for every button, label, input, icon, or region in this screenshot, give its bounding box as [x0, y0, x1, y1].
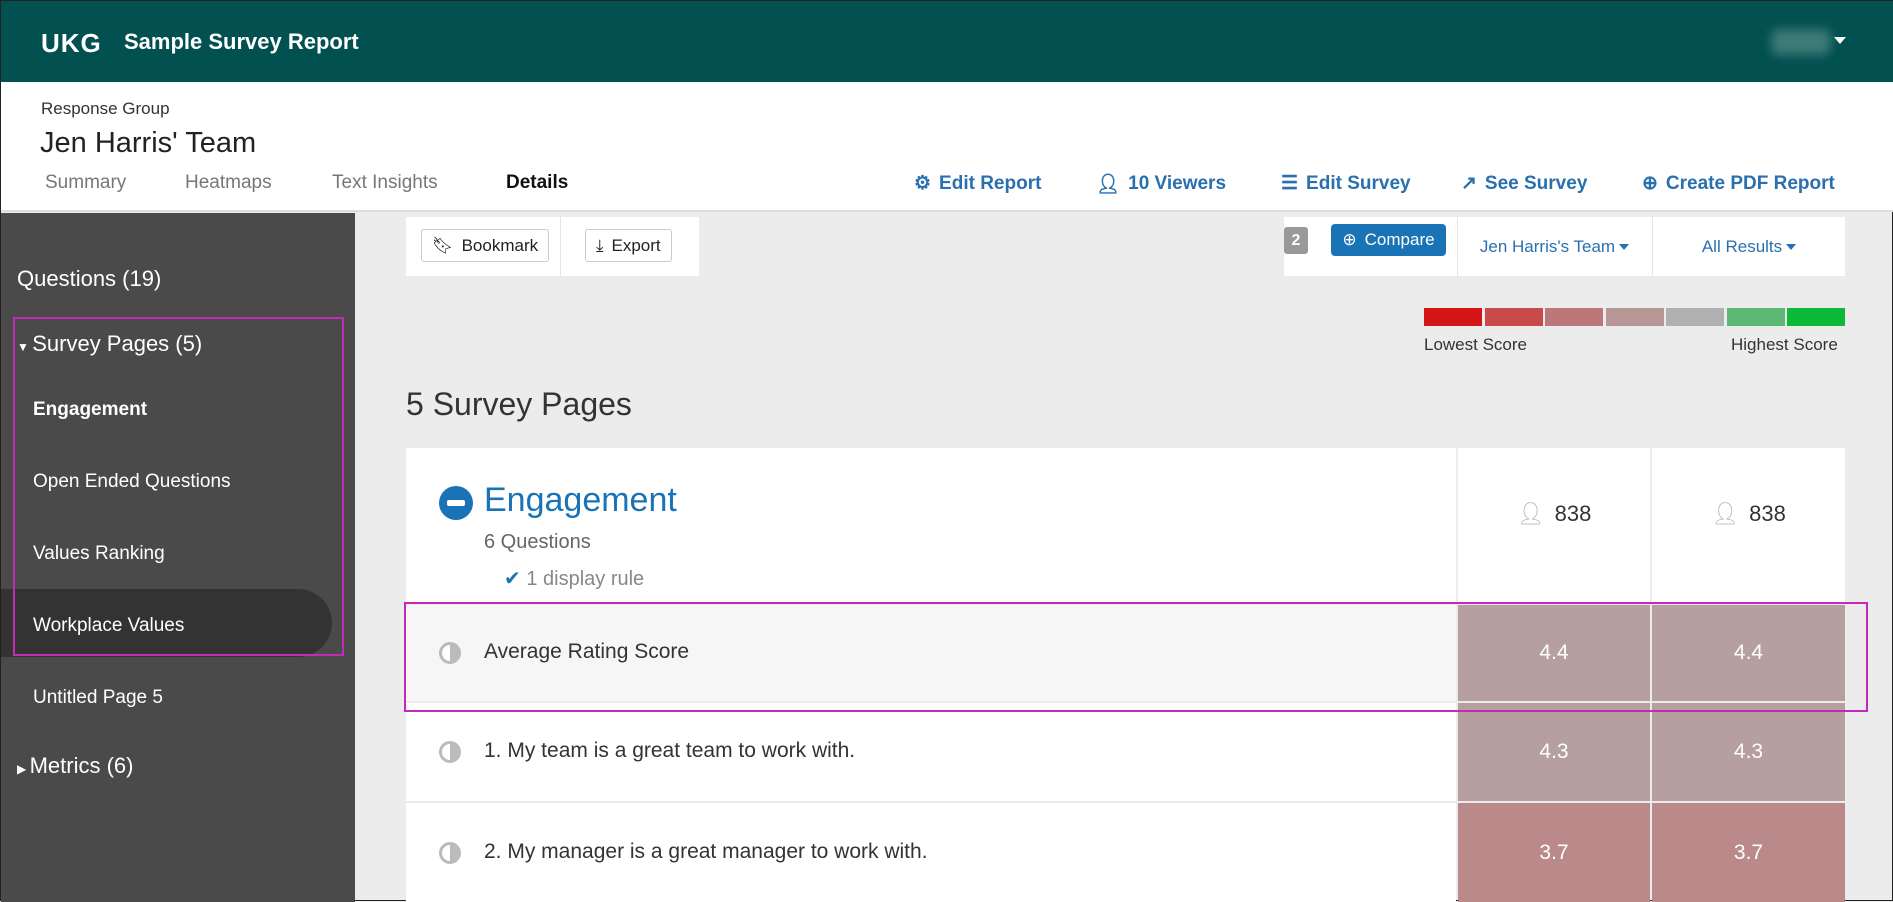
sidebar-survey-pages[interactable]: ▼ Survey Pages (5)	[17, 331, 202, 357]
export-button[interactable]: ⤓ Export	[585, 229, 672, 262]
respondent-count: 👤︎ 838	[1516, 501, 1592, 526]
legend-swatch	[1545, 308, 1603, 326]
sidebar-item-engagement[interactable]: Engagement	[33, 399, 147, 421]
score-cell[interactable]: 4.3	[1458, 703, 1650, 801]
see-survey-button[interactable]: ↗ See Survey	[1461, 172, 1587, 195]
half-circle-icon	[439, 642, 461, 664]
app-title: Sample Survey Report	[124, 29, 359, 54]
legend-swatch	[1424, 308, 1482, 326]
bookmark-icon: 🔖︎	[432, 235, 454, 255]
check-icon: ✔	[504, 568, 521, 590]
user-menu[interactable]	[1771, 29, 1831, 55]
results-select[interactable]: All Results	[1652, 217, 1845, 276]
response-group-name: Jen Harris' Team	[40, 127, 257, 159]
collapse-icon[interactable]	[439, 486, 473, 520]
legend-low-label: Lowest Score	[1424, 335, 1527, 354]
legend-swatch	[1605, 308, 1664, 326]
chevron-down-icon[interactable]	[1834, 37, 1846, 44]
compare-count-badge: 2	[1284, 227, 1308, 254]
half-circle-icon	[439, 841, 461, 864]
divider	[560, 217, 561, 276]
tab-heatmaps[interactable]: Heatmaps	[185, 172, 272, 194]
row-label: 2. My manager is a great manager to work…	[484, 839, 928, 863]
download-circle-icon: ⊕	[1642, 173, 1658, 194]
caret-down-icon	[1786, 243, 1797, 250]
legend-swatch	[1484, 308, 1543, 326]
survey-page-name[interactable]: Engagement	[484, 481, 677, 520]
row-label: 1. My team is a great team to work with.	[484, 739, 856, 762]
response-group-label: Response Group	[41, 99, 170, 118]
group-select[interactable]: Jen Harris's Team	[1457, 217, 1651, 276]
score-cell[interactable]: 4.4	[1458, 605, 1650, 701]
sidebar-item-open-ended[interactable]: Open Ended Questions	[33, 471, 231, 493]
legend-swatch	[1787, 308, 1845, 326]
respondent-count: 👤︎ 838	[1711, 501, 1786, 526]
create-pdf-button[interactable]: ⊕ Create PDF Report	[1642, 172, 1835, 195]
edit-survey-button[interactable]: ☰ Edit Survey	[1281, 172, 1411, 195]
tab-text-insights[interactable]: Text Insights	[332, 172, 438, 194]
tab-details[interactable]: Details	[506, 172, 568, 194]
sidebar-questions[interactable]: Questions (19)	[17, 266, 161, 292]
caret-down-icon	[1619, 243, 1630, 250]
user-icon: 👤︎	[1096, 174, 1121, 195]
sidebar-item-untitled-page-5[interactable]: Untitled Page 5	[33, 687, 163, 709]
compare-button[interactable]: ⊕ Compare	[1331, 224, 1446, 256]
download-icon: ⤓	[596, 235, 604, 255]
ukg-logo: UKG	[41, 28, 102, 58]
legend-swatch	[1666, 308, 1724, 326]
bookmark-button[interactable]: 🔖︎ Bookmark	[421, 229, 550, 262]
list-icon: ☰	[1281, 173, 1299, 194]
score-cell[interactable]: 4.3	[1652, 703, 1845, 801]
half-circle-icon	[439, 741, 461, 763]
question-count: 6 Questions	[484, 531, 591, 553]
display-rule[interactable]: ✔ 1 display rule	[504, 566, 644, 591]
score-cell[interactable]: 4.4	[1652, 605, 1845, 701]
score-cell[interactable]: 3.7	[1652, 803, 1845, 902]
row-label: Average Rating Score	[484, 640, 690, 663]
user-icon: 👤︎	[1516, 501, 1545, 526]
score-cell[interactable]: 3.7	[1458, 803, 1650, 902]
sidebar-metrics[interactable]: ▶ Metrics (6)	[17, 753, 133, 779]
legend-swatch	[1726, 308, 1785, 326]
edit-report-button[interactable]: ⚙ Edit Report	[914, 172, 1041, 195]
top-bar: UKG Sample Survey Report	[1, 1, 1893, 82]
tab-summary[interactable]: Summary	[45, 172, 126, 194]
user-icon: 👤︎	[1711, 501, 1740, 526]
sidebar-item-values-ranking[interactable]: Values Ranking	[33, 543, 165, 565]
page-title: 5 Survey Pages	[406, 386, 632, 422]
gear-icon: ⚙	[914, 173, 932, 194]
external-link-icon: ↗	[1461, 173, 1477, 194]
caret-down-icon: ▼	[17, 340, 33, 354]
caret-right-icon: ▶	[17, 762, 30, 776]
sidebar: Questions (19) ▼ Survey Pages (5) Engage…	[1, 213, 355, 902]
sidebar-item-workplace-values[interactable]: Workplace Values	[33, 615, 184, 637]
viewers-button[interactable]: 👤︎ 10 Viewers	[1096, 172, 1226, 196]
legend-high-label: Highest Score	[1731, 335, 1838, 354]
plus-circle-icon: ⊕	[1342, 230, 1357, 249]
